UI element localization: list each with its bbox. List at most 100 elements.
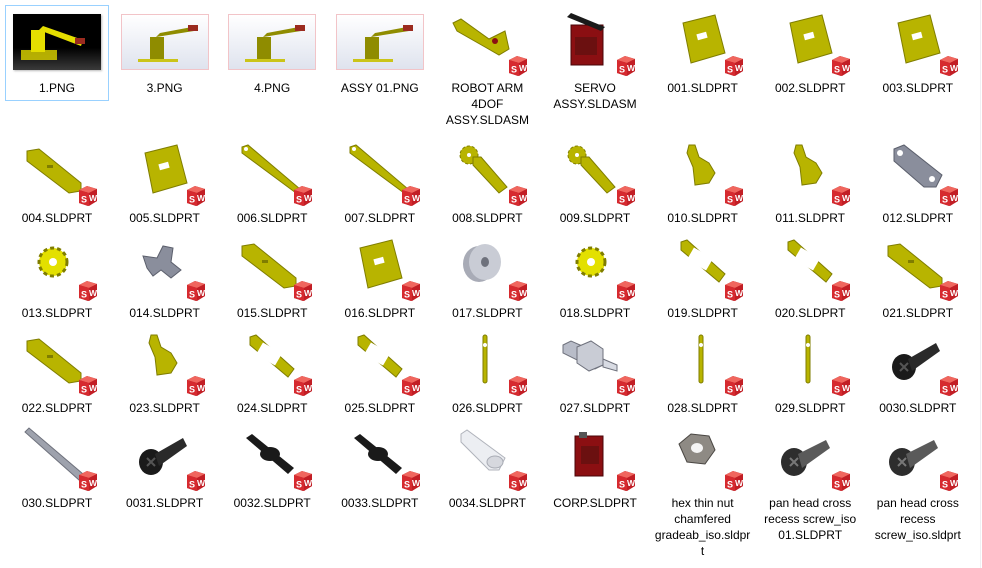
svg-text:S: S [511,65,517,75]
file-item[interactable]: S W 022.SLDPRT [5,325,109,421]
file-item[interactable]: S W 003.SLDPRT [866,5,970,101]
file-item[interactable]: S W 014.SLDPRT [113,230,217,326]
svg-text:W: W [519,478,528,488]
svg-text:W: W [950,478,959,488]
svg-text:W: W [89,193,98,203]
file-item[interactable]: S W 024.SLDPRT [220,325,324,421]
file-name: 3.PNG [146,81,183,95]
svg-text:S: S [296,290,302,300]
file-item[interactable]: S W 005.SLDPRT [113,135,217,231]
file-item[interactable]: S W 017.SLDPRT [435,230,539,326]
file-item[interactable]: S W 015.SLDPRT [220,230,324,326]
file-thumbnail: S W [6,326,108,398]
file-item[interactable]: S W 027.SLDPRT [543,325,647,421]
svg-text:S: S [81,480,87,490]
file-item[interactable]: S W 002.SLDPRT [758,5,862,101]
file-item[interactable]: S W 021.SLDPRT [866,230,970,326]
svg-text:S: S [189,290,195,300]
solidworks-badge-icon: S W [79,376,98,396]
file-item[interactable]: S W 001.SLDPRT [651,5,755,101]
file-item[interactable]: S W 012.SLDPRT [866,135,970,231]
svg-text:W: W [304,288,313,298]
file-thumbnail: S W [329,136,431,208]
scrollbar-track[interactable] [980,0,981,568]
file-item[interactable]: S W 020.SLDPRT [758,230,862,326]
file-name: 007.SLDPRT [344,211,416,225]
svg-text:W: W [197,193,206,203]
file-item[interactable]: S W 0032.SLDPRT [220,420,324,516]
svg-text:S: S [189,195,195,205]
file-thumbnail [221,6,323,78]
file-item[interactable]: 4.PNG [220,5,324,101]
file-item[interactable]: S W 008.SLDPRT [435,135,539,231]
svg-text:S: S [619,480,625,490]
file-name: 014.SLDPRT [129,306,200,320]
svg-text:W: W [842,63,851,73]
file-item[interactable]: S W 018.SLDPRT [543,230,647,326]
solidworks-badge-icon: S W [617,281,636,301]
solidworks-badge-icon: S W [724,471,744,491]
file-item[interactable]: S W pan head cross recess screw_iso 01.S… [758,420,862,548]
svg-text:S: S [942,385,948,395]
file-name: 004.SLDPRT [21,211,93,225]
file-name: 015.SLDPRT [236,306,308,320]
file-item[interactable]: S W pan head cross recess screw_iso.sldp… [866,420,970,548]
file-name: 009.SLDPRT [559,211,631,225]
file-item[interactable]: S W 006.SLDPRT [220,135,324,231]
solidworks-badge-icon: S W [79,186,98,206]
solidworks-badge-icon: S W [832,281,851,301]
file-item[interactable]: S W 0030.SLDPRT [866,325,970,421]
file-item[interactable]: S W CORP.SLDPRT [543,420,647,516]
solidworks-badge-icon: S W [186,186,206,206]
svg-text:W: W [735,478,744,488]
file-item[interactable]: ASSY 01.PNG [328,5,432,101]
file-item[interactable]: S W ROBOT ARM 4DOF ASSY.SLDASM [435,5,539,133]
file-item[interactable]: S W 0034.SLDPRT [435,420,539,516]
file-item[interactable]: S W 016.SLDPRT [328,230,432,326]
file-thumbnail: S W [652,326,754,398]
svg-text:W: W [412,478,421,488]
file-item[interactable]: S W hex thin nut chamfered gradeab_iso.s… [651,420,755,564]
file-item[interactable]: S W 010.SLDPRT [651,135,755,231]
file-item[interactable]: S W 029.SLDPRT [758,325,862,421]
svg-text:S: S [296,385,302,395]
file-thumbnail: S W [544,136,646,208]
solidworks-badge-icon: S W [509,186,528,206]
svg-text:W: W [304,193,313,203]
image-thumbnail [228,14,317,70]
file-item[interactable]: S W 028.SLDPRT [651,325,755,421]
file-item[interactable]: S W 004.SLDPRT [5,135,109,231]
file-name: 001.SLDPRT [667,81,738,95]
solidworks-badge-icon: S W [79,281,98,301]
file-thumbnail: S W [867,136,969,208]
svg-text:W: W [627,383,636,393]
file-item[interactable]: 3.PNG [113,5,217,101]
solidworks-badge-icon: S W [401,471,421,491]
file-thumbnail: S W [544,421,646,493]
file-item[interactable]: S W SERVO ASSY.SLDASM [543,5,647,117]
file-item[interactable]: S W 0033.SLDPRT [328,420,432,516]
file-item[interactable]: S W 011.SLDPRT [758,135,862,231]
svg-text:W: W [627,478,636,488]
file-item[interactable]: S W 0031.SLDPRT [113,420,217,516]
file-thumbnail: S W [544,6,646,78]
file-item[interactable]: 1.PNG [5,5,109,101]
file-item[interactable]: S W 026.SLDPRT [435,325,539,421]
file-item[interactable]: S W 013.SLDPRT [5,230,109,326]
file-item[interactable]: S W 025.SLDPRT [328,325,432,421]
svg-text:S: S [619,290,625,300]
file-thumbnail: S W [759,6,861,78]
file-name: 005.SLDPRT [129,211,200,225]
file-item[interactable]: S W 009.SLDPRT [543,135,647,231]
svg-text:S: S [834,480,840,490]
file-thumbnail: S W [867,231,969,303]
file-item[interactable]: S W 023.SLDPRT [113,325,217,421]
file-item[interactable]: S W 019.SLDPRT [651,230,755,326]
file-item[interactable]: S W 030.SLDPRT [5,420,109,516]
file-name: 022.SLDPRT [21,401,93,415]
solidworks-badge-icon: S W [509,281,528,301]
svg-text:W: W [950,288,959,298]
file-item[interactable]: S W 007.SLDPRT [328,135,432,231]
svg-text:W: W [627,63,636,73]
svg-text:W: W [412,193,421,203]
